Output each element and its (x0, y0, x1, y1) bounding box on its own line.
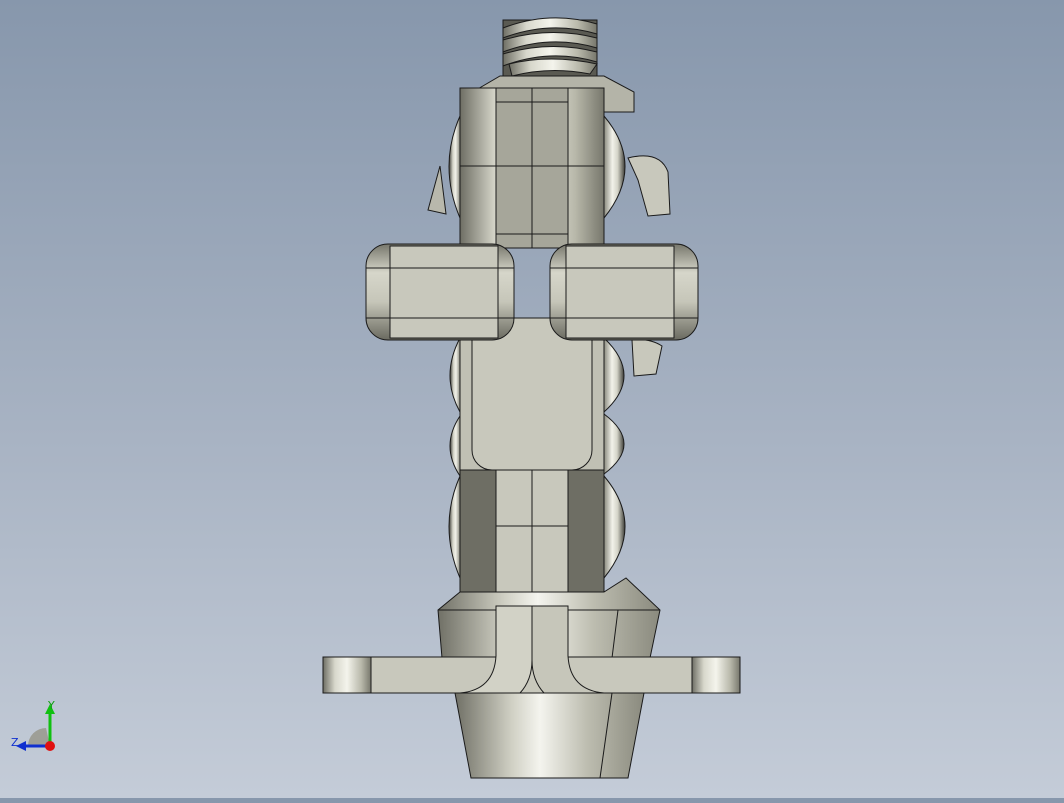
right-pins (603, 114, 626, 580)
y-axis-label: Y (47, 699, 55, 712)
middle-body (459, 317, 605, 479)
x-axis-dot (45, 741, 55, 751)
z-axis-label: Z (11, 736, 19, 749)
cad-viewport[interactable] (0, 0, 1064, 798)
upper-body (459, 87, 605, 249)
left-pins (448, 115, 461, 579)
axis-triad: Y Z (8, 698, 68, 758)
lower-body (459, 469, 605, 607)
handle-right (549, 243, 699, 341)
handle-left (365, 243, 515, 341)
lower-cone (454, 692, 645, 779)
threaded-stud (502, 17, 598, 77)
